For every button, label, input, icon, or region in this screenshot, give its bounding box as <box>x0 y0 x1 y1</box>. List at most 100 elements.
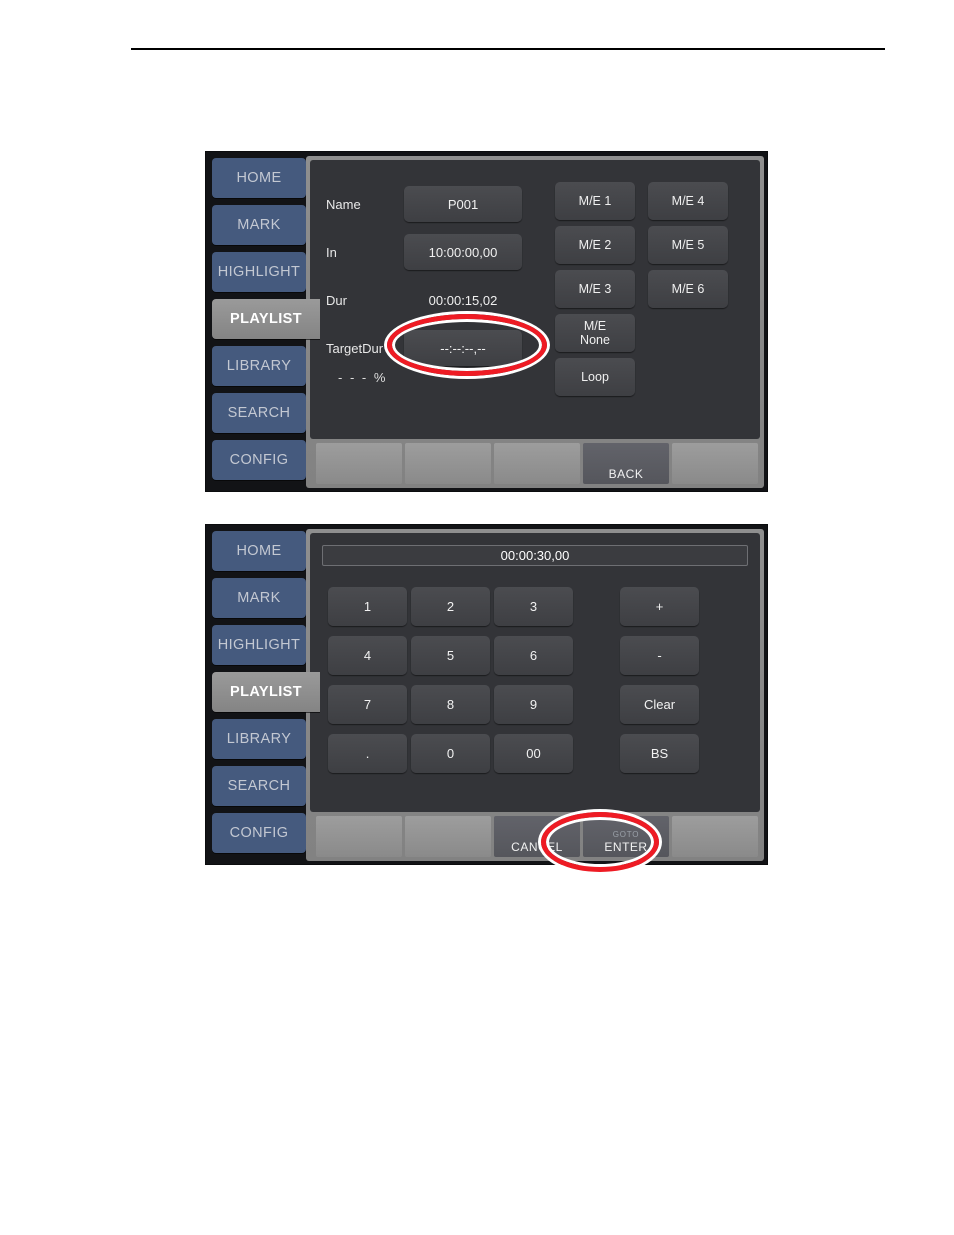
loop-button[interactable]: Loop <box>555 358 635 396</box>
key-plus[interactable]: + <box>620 587 699 626</box>
key-2[interactable]: 2 <box>411 587 490 626</box>
sidebar-item-label: SEARCH <box>227 405 291 421</box>
softkey-1[interactable] <box>316 443 402 484</box>
sidebar-item-label: PLAYLIST <box>230 311 302 327</box>
sidebar-item-label: CONFIG <box>229 825 289 841</box>
me-3-label: M/E 3 <box>578 281 612 296</box>
work-area-panel-one: Name P001 In 10:00:00,00 Dur 00:00:15,02… <box>306 156 764 488</box>
softkey-2-5[interactable] <box>672 816 758 857</box>
softkey-3[interactable] <box>494 443 580 484</box>
in-label: In <box>326 244 337 260</box>
key-9[interactable]: 9 <box>494 685 573 724</box>
key-clear-label: Clear <box>643 697 676 712</box>
me-6-button[interactable]: M/E 6 <box>648 270 728 308</box>
key-bs[interactable]: BS <box>620 734 699 773</box>
me-none-label-line-1: M/E <box>583 318 607 333</box>
key-9-label: 9 <box>529 697 538 712</box>
me-column-two: M/E 4 M/E 5 M/E 6 <box>648 182 728 314</box>
softkey-strip-panel-one: BACK <box>310 443 760 484</box>
key-1[interactable]: 1 <box>328 587 407 626</box>
numeric-keypad-panel: HOME MARK HIGHLIGHT PLAYLIST LIBRARY SEA… <box>205 524 768 865</box>
sidebar-item-label: CONFIG <box>229 452 289 468</box>
name-label: Name <box>326 196 361 212</box>
key-5-label: 5 <box>446 648 455 663</box>
keypad-area: 00:00:30,00 1 2 3 + 4 5 6 - 7 8 9 Clear … <box>310 533 760 812</box>
sidebar-item-playlist[interactable]: PLAYLIST <box>212 299 320 339</box>
target-dur-value-button[interactable]: --:--:--,-- <box>404 330 522 366</box>
key-dot-label: . <box>365 746 370 761</box>
me-6-label: M/E 6 <box>671 281 705 296</box>
me-none-button[interactable]: M/E None <box>555 314 635 352</box>
key-plus-label: + <box>655 599 664 614</box>
me-4-button[interactable]: M/E 4 <box>648 182 728 220</box>
sidebar-item-mark-2[interactable]: MARK <box>212 578 306 618</box>
dur-label: Dur <box>326 292 347 308</box>
softkey-2-1[interactable] <box>316 816 402 857</box>
key-2-label: 2 <box>446 599 455 614</box>
key-clear[interactable]: Clear <box>620 685 699 724</box>
sidebar-nav-panel-one: HOME MARK HIGHLIGHT PLAYLIST LIBRARY SEA… <box>206 152 320 491</box>
key-6-label: 6 <box>529 648 538 663</box>
sidebar-item-library-2[interactable]: LIBRARY <box>212 719 306 759</box>
softkey-enter[interactable]: GOTO ENTER <box>583 816 669 857</box>
sidebar-item-config[interactable]: CONFIG <box>212 440 306 480</box>
key-8[interactable]: 8 <box>411 685 490 724</box>
softkey-strip-panel-two: CANCEL GOTO ENTER <box>310 816 760 857</box>
key-1-label: 1 <box>363 599 372 614</box>
page-header-rule <box>131 48 885 50</box>
me-1-button[interactable]: M/E 1 <box>555 182 635 220</box>
me-2-button[interactable]: M/E 2 <box>555 226 635 264</box>
form-row-name: Name P001 <box>326 182 556 226</box>
softkey-enter-sublabel: GOTO <box>612 830 640 839</box>
me-5-button[interactable]: M/E 5 <box>648 226 728 264</box>
key-minus[interactable]: - <box>620 636 699 675</box>
softkey-2-2[interactable] <box>405 816 491 857</box>
sidebar-item-library[interactable]: LIBRARY <box>212 346 306 386</box>
sidebar-item-home-2[interactable]: HOME <box>212 531 306 571</box>
sidebar-item-highlight-2[interactable]: HIGHLIGHT <box>212 625 306 665</box>
sidebar-nav-panel-two: HOME MARK HIGHLIGHT PLAYLIST LIBRARY SEA… <box>206 525 320 864</box>
loop-label: Loop <box>581 369 609 384</box>
key-7-label: 7 <box>363 697 372 712</box>
sidebar-item-highlight[interactable]: HIGHLIGHT <box>212 252 306 292</box>
in-value-button[interactable]: 10:00:00,00 <box>404 234 522 270</box>
sidebar-item-label: SEARCH <box>227 778 291 794</box>
key-minus-label: - <box>657 648 662 663</box>
softkey-back[interactable]: BACK <box>583 443 669 484</box>
sidebar-item-search[interactable]: SEARCH <box>212 393 306 433</box>
key-0-label: 0 <box>446 746 455 761</box>
me-column-one: M/E 1 M/E 2 M/E 3 M/E None Loop <box>555 182 635 402</box>
sidebar-item-label: LIBRARY <box>226 731 292 747</box>
key-3[interactable]: 3 <box>494 587 573 626</box>
softkey-cancel-label: CANCEL <box>511 840 563 854</box>
form-row-dur: Dur 00:00:15,02 <box>326 278 556 322</box>
key-0[interactable]: 0 <box>411 734 490 773</box>
sidebar-item-mark[interactable]: MARK <box>212 205 306 245</box>
key-00-label: 00 <box>526 746 541 761</box>
softkey-cancel[interactable]: CANCEL <box>494 816 580 857</box>
name-value-button[interactable]: P001 <box>404 186 522 222</box>
sidebar-item-label: PLAYLIST <box>230 684 302 700</box>
key-4[interactable]: 4 <box>328 636 407 675</box>
softkey-5[interactable] <box>672 443 758 484</box>
sidebar-item-label: HOME <box>236 170 282 186</box>
key-7[interactable]: 7 <box>328 685 407 724</box>
key-dot[interactable]: . <box>328 734 407 773</box>
key-5[interactable]: 5 <box>411 636 490 675</box>
me-5-label: M/E 5 <box>671 237 705 252</box>
sidebar-item-home[interactable]: HOME <box>212 158 306 198</box>
playlist-form: Name P001 In 10:00:00,00 Dur 00:00:15,02… <box>326 182 556 374</box>
form-row-target-dur: TargetDur --:--:--,-- <box>326 326 556 370</box>
me-3-button[interactable]: M/E 3 <box>555 270 635 308</box>
sidebar-item-search-2[interactable]: SEARCH <box>212 766 306 806</box>
key-00[interactable]: 00 <box>494 734 573 773</box>
key-bs-label: BS <box>650 746 669 761</box>
keypad-display: 00:00:30,00 <box>322 545 748 566</box>
sidebar-item-label: MARK <box>237 217 281 233</box>
sidebar-item-playlist-2[interactable]: PLAYLIST <box>212 672 320 712</box>
key-6[interactable]: 6 <box>494 636 573 675</box>
me-1-label: M/E 1 <box>578 193 612 208</box>
softkey-2[interactable] <box>405 443 491 484</box>
sidebar-item-config-2[interactable]: CONFIG <box>212 813 306 853</box>
sidebar-item-label: HIGHLIGHT <box>217 264 301 280</box>
